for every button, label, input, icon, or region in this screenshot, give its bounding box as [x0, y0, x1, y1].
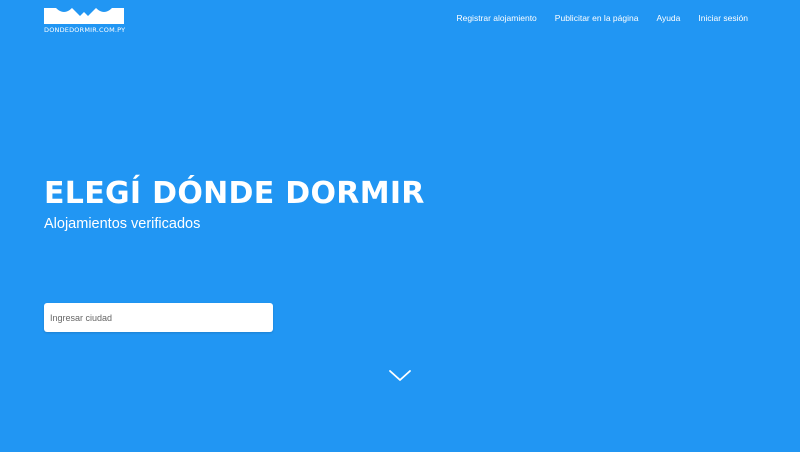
nav-login[interactable]: Iniciar sesión: [698, 13, 748, 23]
top-nav: Registrar alojamiento Publicitar en la p…: [456, 13, 748, 23]
hero-subtitle: Alojamientos verificados: [44, 216, 201, 232]
logo-text: DONDEDORMIR.COM.PY: [44, 26, 126, 34]
city-search-input[interactable]: [44, 303, 273, 332]
chevron-down-icon: [389, 370, 411, 381]
nav-advertise[interactable]: Publicitar en la página: [555, 13, 639, 23]
hero-title: ELEGÍ DÓNDE DORMIR: [44, 176, 425, 211]
site-logo[interactable]: DONDEDORMIR.COM.PY: [44, 6, 126, 34]
house-roof-logo-icon: [44, 8, 124, 24]
nav-register-accommodation[interactable]: Registrar alojamiento: [456, 13, 536, 23]
scroll-down-button[interactable]: [388, 368, 412, 384]
nav-help[interactable]: Ayuda: [656, 13, 680, 23]
